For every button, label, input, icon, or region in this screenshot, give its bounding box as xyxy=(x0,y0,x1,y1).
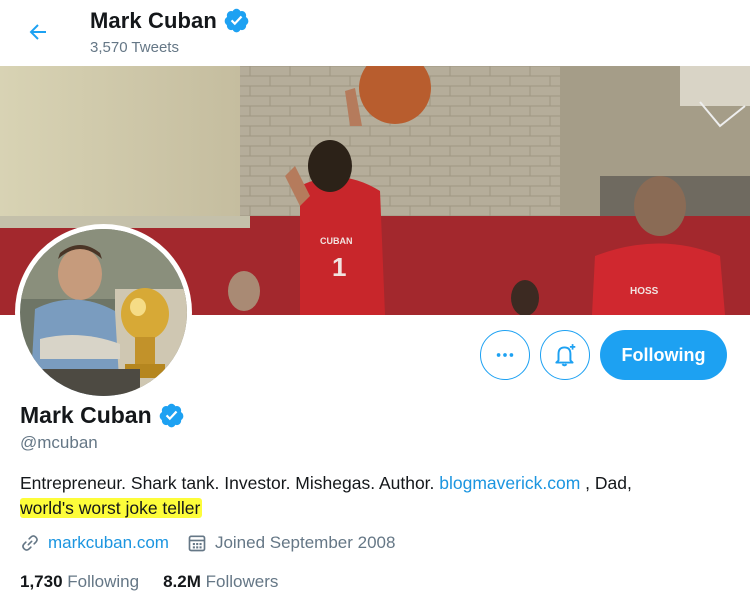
bio-text-suffix: , Dad, xyxy=(580,473,632,493)
calendar-icon xyxy=(188,535,206,552)
bell-plus-icon xyxy=(555,344,576,367)
profile-header-bar: Mark Cuban 3,570 Tweets xyxy=(0,0,750,66)
profile-meta: markcuban.com Joined September 2008 xyxy=(20,533,413,553)
followers-count-link[interactable]: 8.2M Followers xyxy=(163,572,278,592)
following-button[interactable]: Following xyxy=(600,330,727,380)
profile-name: Mark Cuban xyxy=(20,402,152,428)
following-label: Following xyxy=(67,572,140,591)
profile-handle: @mcuban xyxy=(20,433,98,452)
more-options-button[interactable] xyxy=(480,330,530,380)
joined-date: Joined September 2008 xyxy=(214,533,396,552)
header-title: Mark Cuban xyxy=(90,7,217,33)
followers-label: Followers xyxy=(205,572,279,591)
profile-bio: Entrepreneur. Shark tank. Investor. Mish… xyxy=(20,471,720,521)
link-icon xyxy=(22,535,38,551)
profile-avatar[interactable] xyxy=(15,224,192,401)
bio-link[interactable]: blogmaverick.com xyxy=(439,473,580,493)
jersey-front-number: 1 xyxy=(332,252,346,282)
tweet-count: 3,570 Tweets xyxy=(90,39,179,56)
following-count-link[interactable]: 1,730 Following xyxy=(20,572,139,592)
jersey-front-text: CUBAN xyxy=(320,236,353,246)
jersey-back-text: HOSS xyxy=(630,286,659,297)
following-count: 1,730 xyxy=(20,572,63,591)
profile-stats: 1,730 Following 8.2M Followers xyxy=(20,572,302,592)
back-button[interactable] xyxy=(18,12,58,52)
website-link[interactable]: markcuban.com xyxy=(48,533,169,553)
followers-count: 8.2M xyxy=(163,572,201,591)
bio-highlighted-text: world's worst joke teller xyxy=(20,498,203,518)
verified-badge-icon xyxy=(158,402,185,429)
arrow-left-icon xyxy=(29,24,46,40)
more-dots-icon xyxy=(496,353,514,357)
notifications-button[interactable] xyxy=(540,330,590,380)
verified-badge-icon xyxy=(223,7,250,34)
bio-text: Entrepreneur. Shark tank. Investor. Mish… xyxy=(20,473,440,493)
